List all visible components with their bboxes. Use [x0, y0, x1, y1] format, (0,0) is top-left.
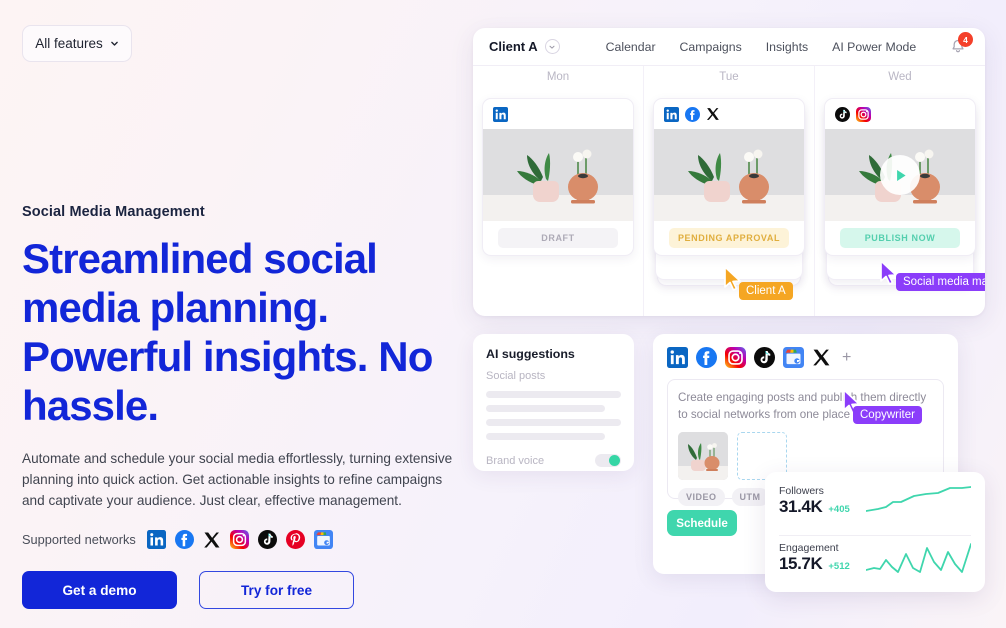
composer-networks: +	[667, 347, 944, 368]
brand-voice-toggle[interactable]	[595, 454, 621, 467]
tab-insights[interactable]: Insights	[766, 40, 808, 54]
cursor-label-client-a: Client A	[739, 282, 793, 300]
post-status-mon: DRAFT	[483, 221, 633, 255]
ai-suggestions-subtitle: Social posts	[486, 370, 546, 382]
linkedin-icon	[146, 530, 166, 549]
skeleton-bar	[486, 433, 605, 440]
x-icon	[204, 532, 220, 547]
calendar-toolbar: Client A Calendar Campaigns Insights AI …	[473, 28, 985, 66]
google-business-icon[interactable]	[783, 347, 804, 368]
supported-networks: Supported networks	[22, 530, 472, 549]
instagram-icon[interactable]	[725, 347, 746, 368]
all-features-dropdown[interactable]: All features	[22, 25, 132, 62]
followers-sparkline	[866, 486, 971, 512]
day-header-tue: Tue	[644, 66, 815, 92]
instagram-icon	[229, 530, 249, 549]
hero-section: Social Media Management Streamlined soci…	[22, 204, 472, 609]
day-header-mon: Mon	[473, 66, 644, 92]
stats-card: Followers 31.4K +405 Engagement 15.7K +5…	[765, 472, 985, 592]
stat-label: Followers	[779, 485, 824, 497]
page-title: Streamlined social media planning. Power…	[22, 235, 433, 429]
calendar-column-tue: PENDING APPROVAL Client A	[644, 92, 815, 316]
instagram-icon	[856, 106, 871, 122]
brand-voice-row: Brand voice	[486, 454, 621, 467]
post-image-mon	[483, 129, 633, 221]
schedule-button[interactable]: Schedule	[667, 510, 737, 536]
composer-thumbnail[interactable]	[678, 432, 728, 480]
calendar-nav: Calendar Campaigns Insights AI Power Mod…	[606, 40, 917, 54]
cta-row: Get a demo Try for free	[22, 571, 472, 609]
calendar-panel: Client A Calendar Campaigns Insights AI …	[473, 28, 985, 316]
get-a-demo-button[interactable]: Get a demo	[22, 571, 177, 609]
post-image-tue	[654, 129, 804, 221]
post-image-wed	[825, 129, 975, 221]
skeleton-bar	[486, 391, 621, 398]
stat-delta: +512	[828, 561, 850, 572]
chevron-down-icon	[110, 41, 118, 46]
x-icon	[706, 108, 719, 120]
tiktok-icon	[257, 530, 277, 549]
engagement-sparkline	[866, 543, 971, 573]
skeleton-bar	[486, 405, 605, 412]
linkedin-icon	[664, 106, 679, 122]
tab-ai-power-mode[interactable]: AI Power Mode	[832, 40, 916, 54]
stat-engagement: Engagement 15.7K +512	[779, 541, 971, 587]
tag-utm[interactable]: UTM	[731, 488, 769, 506]
post-networks-tue	[654, 99, 804, 129]
facebook-icon	[174, 530, 194, 549]
google-business-icon	[313, 530, 333, 549]
facebook-icon[interactable]	[696, 347, 717, 368]
client-selector-label[interactable]: Client A	[489, 39, 538, 54]
chevron-down-icon[interactable]	[544, 39, 560, 54]
supported-networks-label: Supported networks	[22, 532, 136, 547]
ai-suggestions-card: AI suggestions Social posts Brand voice	[473, 334, 634, 471]
stat-value: 15.7K	[779, 554, 823, 573]
play-button[interactable]	[880, 155, 920, 195]
divider	[779, 535, 971, 536]
brand-voice-label: Brand voice	[486, 454, 545, 467]
day-header-row: Mon Tue Wed	[473, 66, 985, 92]
calendar-column-wed: PUBLISH NOW Social media manager	[815, 92, 985, 316]
play-icon	[896, 169, 906, 181]
post-card-mon[interactable]: DRAFT	[482, 98, 634, 256]
post-networks-wed	[825, 99, 975, 129]
facebook-icon	[685, 106, 700, 122]
tag-video[interactable]: VIDEO	[678, 488, 725, 506]
tiktok-icon[interactable]	[754, 347, 775, 368]
post-card-wed[interactable]: PUBLISH NOW	[824, 98, 976, 256]
post-card-tue[interactable]: PENDING APPROVAL	[653, 98, 805, 256]
stat-label: Engagement	[779, 542, 839, 554]
tiktok-icon	[835, 106, 850, 122]
hero-eyebrow: Social Media Management	[22, 204, 205, 220]
notifications-button[interactable]: 4	[948, 32, 973, 57]
x-icon[interactable]	[812, 348, 831, 367]
notification-badge: 4	[958, 32, 973, 47]
all-features-label: All features	[35, 36, 103, 51]
add-network-button[interactable]: +	[842, 349, 851, 367]
post-status-wed: PUBLISH NOW	[825, 221, 975, 255]
status-badge: PENDING APPROVAL	[669, 228, 789, 248]
stat-followers: Followers 31.4K +405	[779, 484, 971, 530]
calendar-columns: DRAFT PENDING APPROVAL Client A PUBLISH …	[473, 92, 985, 316]
cursor-label-copywriter: Copywriter	[853, 406, 922, 424]
stat-delta: +405	[828, 504, 850, 515]
pinterest-icon	[285, 530, 305, 549]
status-badge: DRAFT	[498, 228, 618, 248]
cursor-label-social-media-manager: Social media manager	[896, 273, 985, 291]
post-status-tue: PENDING APPROVAL	[654, 221, 804, 255]
hero-description: Automate and schedule your social media …	[22, 451, 453, 508]
calendar-column-mon: DRAFT	[473, 92, 644, 316]
day-header-wed: Wed	[888, 71, 912, 83]
ai-suggestions-title: AI suggestions	[486, 347, 575, 361]
tab-calendar[interactable]: Calendar	[606, 40, 656, 54]
post-networks-mon	[483, 99, 633, 129]
linkedin-icon[interactable]	[667, 347, 688, 368]
tab-campaigns[interactable]: Campaigns	[680, 40, 742, 54]
try-for-free-button[interactable]: Try for free	[199, 571, 354, 609]
status-badge: PUBLISH NOW	[840, 228, 960, 248]
stat-value: 31.4K	[779, 497, 823, 516]
skeleton-bar	[486, 419, 621, 426]
linkedin-icon	[493, 106, 508, 122]
